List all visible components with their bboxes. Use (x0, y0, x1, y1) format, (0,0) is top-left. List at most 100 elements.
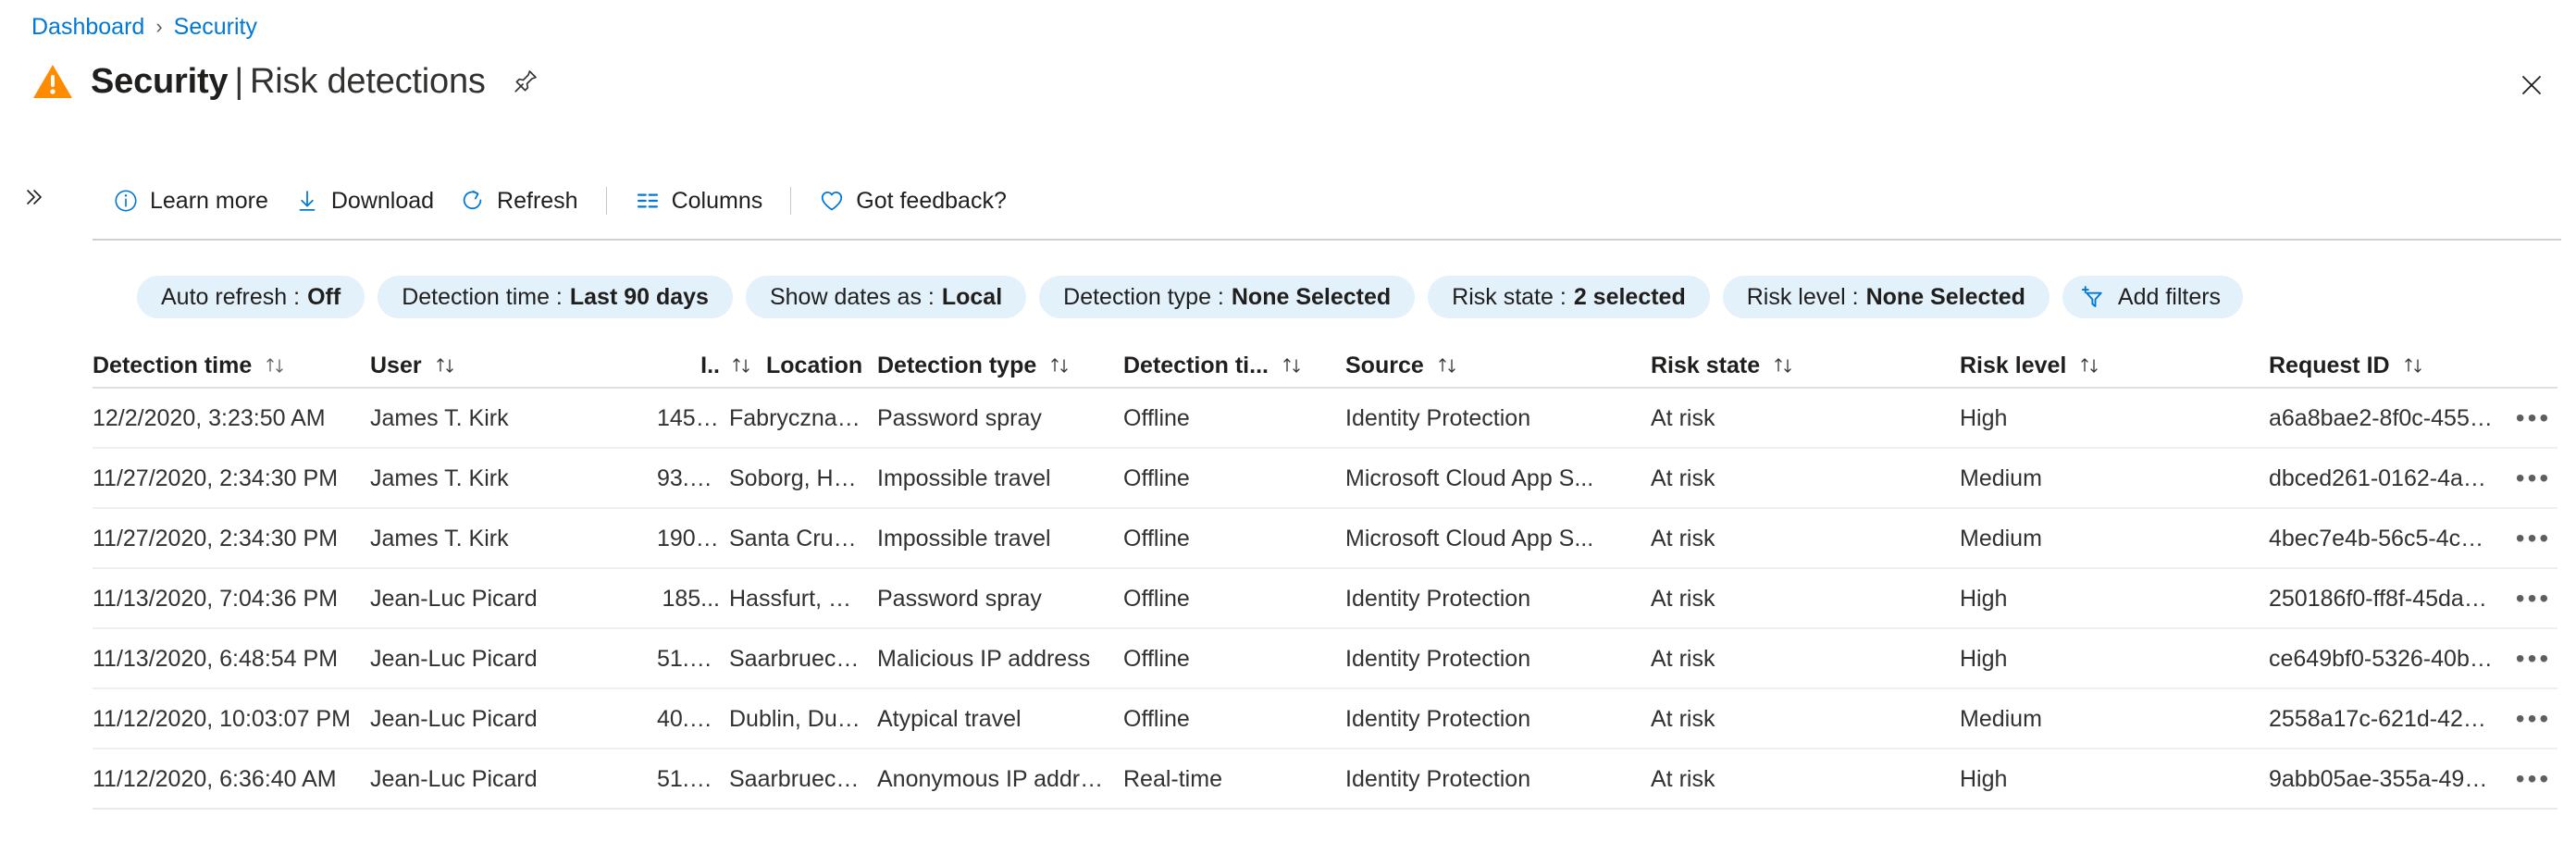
filter-pill-risk-state[interactable]: Risk state : 2 selected (1428, 276, 1710, 318)
filter-key: Detection time : (402, 284, 563, 310)
cell-user: Jean-Luc Picard (370, 765, 538, 792)
download-arrow-icon (294, 188, 320, 214)
download-button[interactable]: Download (281, 181, 447, 220)
table-row[interactable]: 11/13/2020, 7:04:36 PM Jean-Luc Picard 1… (93, 569, 2557, 629)
cell-request-id: ce649bf0-5326-40b8-... (2269, 645, 2509, 672)
add-filters-button[interactable]: Add filters (2062, 276, 2244, 318)
cell-risk-state: At risk (1651, 705, 1715, 732)
filter-key: Show dates as : (769, 284, 935, 310)
column-header-ip-sort-and-location[interactable]: Location (729, 352, 877, 379)
column-header-risk-level[interactable]: Risk level (1960, 352, 2269, 379)
table-row[interactable]: 11/27/2020, 2:34:30 PM James T. Kirk 190… (93, 509, 2557, 569)
page-title: Security | Risk detections (91, 60, 486, 103)
row-context-menu-button[interactable]: ••• (2509, 458, 2557, 499)
pin-icon[interactable] (510, 66, 541, 97)
heart-icon (819, 188, 845, 214)
filter-key: Auto refresh : (161, 284, 301, 310)
filter-pill-risk-level[interactable]: Risk level : None Selected (1722, 276, 2050, 318)
row-context-menu-button[interactable]: ••• (2509, 638, 2557, 679)
cell-ip-address: 40.1... (657, 705, 722, 732)
column-label: Detection type (877, 353, 1037, 378)
cell-risk-level: High (1960, 645, 2008, 672)
sort-icon (1047, 354, 1073, 377)
filter-pill-show-dates-as[interactable]: Show dates as : Local (745, 276, 1027, 318)
column-header-detection-time[interactable]: Detection time (93, 352, 370, 379)
filter-pill-detection-time[interactable]: Detection time : Last 90 days (378, 276, 733, 318)
filter-pill-detection-type[interactable]: Detection type : None Selected (1039, 276, 1416, 318)
column-header-request-id[interactable]: Request ID (2269, 352, 2509, 379)
sort-icon (1280, 354, 1306, 377)
filter-value: 2 selected (1573, 284, 1686, 310)
cell-risk-level: High (1960, 404, 2008, 431)
cell-risk-level: Medium (1960, 525, 2042, 551)
cell-source: Identity Protection (1345, 705, 1531, 732)
table-header-row: Detection time User I.. Location Detecti… (93, 344, 2557, 389)
sort-icon (1771, 354, 1797, 377)
column-header-source[interactable]: Source (1345, 352, 1651, 379)
cell-detection-type: Anonymous IP address (877, 765, 1117, 792)
table-row[interactable]: 11/13/2020, 6:48:54 PM Jean-Luc Picard 5… (93, 629, 2557, 689)
breadcrumb-item-dashboard[interactable]: Dashboard (31, 13, 144, 41)
filter-value: Off (307, 284, 341, 310)
cell-ip-address: 51.7... (657, 765, 722, 792)
sort-icon (729, 354, 755, 377)
cell-risk-level: High (1960, 765, 2008, 792)
row-context-menu-button[interactable]: ••• (2509, 398, 2557, 439)
download-label: Download (330, 188, 435, 214)
filter-value: None Selected (1865, 284, 2025, 310)
cell-detection-time: 11/12/2020, 10:03:07 PM (93, 705, 351, 732)
column-label: User (370, 353, 422, 378)
filter-value: None Selected (1231, 284, 1392, 310)
column-header-ip-address[interactable]: I.. (657, 352, 729, 379)
breadcrumb-item-security[interactable]: Security (174, 13, 257, 41)
cell-detection-type: Impossible travel (877, 525, 1051, 551)
row-context-menu-button[interactable]: ••• (2509, 759, 2557, 799)
close-icon (2520, 73, 2544, 102)
sort-icon (2401, 354, 2427, 377)
row-context-menu-button[interactable]: ••• (2509, 699, 2557, 739)
cell-detection-time: 12/2/2020, 3:23:50 AM (93, 404, 326, 431)
cell-risk-state: At risk (1651, 765, 1715, 792)
row-context-menu-button[interactable]: ••• (2509, 518, 2557, 559)
column-label: Detection ti... (1123, 353, 1269, 378)
table-row[interactable]: 11/12/2020, 10:03:07 PM Jean-Luc Picard … (93, 689, 2557, 749)
cell-user: Jean-Luc Picard (370, 645, 538, 672)
cell-detection-time: 11/13/2020, 7:04:36 PM (93, 585, 339, 612)
got-feedback-button[interactable]: Got feedback? (806, 181, 1020, 220)
column-label: Detection time (93, 353, 253, 378)
cell-detection-type: Atypical travel (877, 705, 1022, 732)
close-button[interactable] (2513, 68, 2550, 105)
breadcrumb: Dashboard › Security (31, 13, 257, 41)
column-header-risk-state[interactable]: Risk state (1651, 352, 1960, 379)
breadcrumb-separator: › (155, 15, 163, 38)
sidebar-expand-button[interactable] (19, 183, 50, 215)
column-header-detection-type[interactable]: Detection type (877, 352, 1123, 379)
refresh-button[interactable]: Refresh (447, 181, 591, 220)
cell-location: Santa Cruz ... (729, 525, 871, 551)
table-row[interactable]: 11/27/2020, 2:34:30 PM James T. Kirk 93.… (93, 449, 2557, 509)
learn-more-button[interactable]: Learn more (100, 181, 281, 220)
table-row[interactable]: 11/12/2020, 6:36:40 AM Jean-Luc Picard 5… (93, 749, 2557, 810)
row-context-menu-button[interactable]: ••• (2509, 578, 2557, 619)
columns-button[interactable]: Columns (622, 181, 776, 220)
info-circle-icon (113, 188, 139, 214)
cell-location: Dublin, Dub... (729, 705, 870, 732)
column-header-user[interactable]: User (370, 352, 657, 379)
column-label: Risk state (1651, 353, 1761, 378)
learn-more-label: Learn more (150, 188, 268, 214)
command-bar-divider (93, 239, 2561, 241)
sort-icon (2077, 354, 2103, 377)
command-separator (790, 187, 792, 215)
cell-ip-address: 51.7... (657, 645, 722, 672)
cell-source: Identity Protection (1345, 404, 1531, 431)
table-row[interactable]: 12/2/2020, 3:23:50 AM James T. Kirk 145.… (93, 389, 2557, 449)
column-header-detection-timing-type[interactable]: Detection ti... (1123, 352, 1345, 379)
columns-icon (635, 188, 661, 214)
cell-detection-type: Impossible travel (877, 464, 1051, 491)
cell-source: Microsoft Cloud App S... (1345, 525, 1594, 551)
filter-value: Local (941, 284, 1003, 310)
filter-pill-auto-refresh[interactable]: Auto refresh : Off (137, 276, 365, 318)
cell-risk-state: At risk (1651, 645, 1715, 672)
cell-detection-timing: Real-time (1123, 765, 1222, 792)
cell-risk-state: At risk (1651, 585, 1715, 612)
